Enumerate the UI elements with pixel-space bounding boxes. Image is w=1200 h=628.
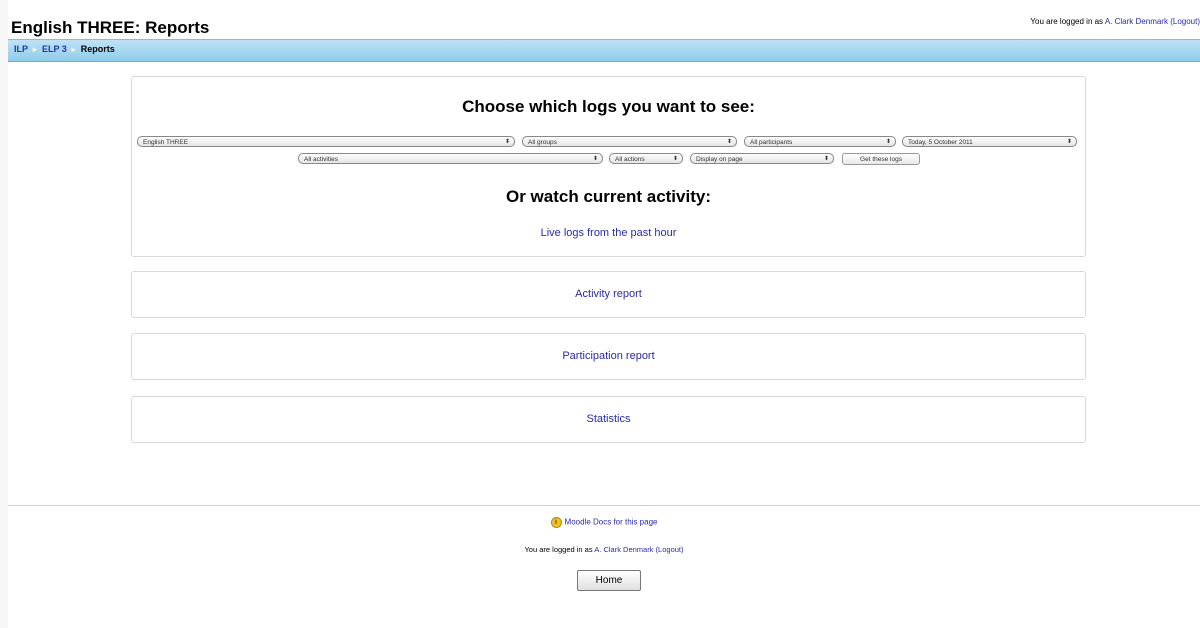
breadcrumb-separator-icon: ► xyxy=(31,45,39,54)
actions-select-value: All actions xyxy=(615,156,645,163)
select-arrow-icon: ⬍ xyxy=(726,139,732,145)
user-profile-link[interactable]: A. Clark Denmark xyxy=(1105,17,1168,26)
activities-select[interactable]: All activities ⬍ xyxy=(298,153,603,164)
breadcrumb-item-reports: Reports xyxy=(80,44,115,54)
moodle-docs-link[interactable]: Moodle Docs for this page xyxy=(565,518,658,527)
select-arrow-icon: ⬍ xyxy=(592,156,598,162)
footer-divider xyxy=(8,505,1200,506)
participants-select[interactable]: All participants ⬍ xyxy=(744,136,896,147)
display-select[interactable]: Display on page ⬍ xyxy=(690,153,834,164)
participants-select-value: All participants xyxy=(750,139,793,146)
navbar: ILP ► ELP 3 ► Reports xyxy=(8,39,1200,62)
info-icon: i xyxy=(550,517,562,528)
display-select-value: Display on page xyxy=(696,156,743,163)
logs-heading: Choose which logs you want to see: xyxy=(462,97,755,116)
groups-select-value: All groups xyxy=(528,139,557,146)
user-profile-link[interactable]: A. Clark Denmark xyxy=(594,545,653,554)
statistics-box: Statistics xyxy=(131,396,1086,443)
page-header: English THREE: Reports You are logged in… xyxy=(8,0,1200,40)
moodle-docs-line: i Moodle Docs for this page xyxy=(8,517,1200,528)
breadcrumb: ILP ► ELP 3 ► Reports xyxy=(14,44,115,54)
participation-report-box: Participation report xyxy=(131,333,1086,380)
groups-select[interactable]: All groups ⬍ xyxy=(522,136,737,147)
login-info-bottom: You are logged in as A. Clark Denmark (L… xyxy=(8,545,1200,554)
logs-chooser-box: Choose which logs you want to see: Engli… xyxy=(131,76,1086,257)
page-title: English THREE: Reports xyxy=(11,18,210,37)
date-select-value: Today, 5 October 2011 xyxy=(908,139,973,146)
watch-activity-heading: Or watch current activity: xyxy=(505,187,711,206)
select-arrow-icon: ⬍ xyxy=(1066,139,1072,145)
select-arrow-icon: ⬍ xyxy=(504,139,510,145)
course-select-value: English THREE xyxy=(143,139,189,146)
select-arrow-icon: ⬍ xyxy=(885,139,891,145)
statistics-link[interactable]: Statistics xyxy=(132,413,1085,425)
breadcrumb-separator-icon: ► xyxy=(69,45,78,54)
activity-report-box: Activity report xyxy=(131,271,1086,318)
select-arrow-icon: ⬍ xyxy=(823,156,829,162)
home-button[interactable]: Home xyxy=(577,570,641,591)
get-logs-button[interactable]: Get these logs xyxy=(842,153,920,165)
participation-report-link[interactable]: Participation report xyxy=(132,350,1085,362)
login-info-top: You are logged in as A. Clark Denmark (L… xyxy=(1030,17,1200,26)
live-logs-link[interactable]: Live logs from the past hour xyxy=(132,227,1085,239)
breadcrumb-item-elp3[interactable]: ELP 3 xyxy=(42,44,67,54)
activity-report-link[interactable]: Activity report xyxy=(132,288,1085,300)
logout-link[interactable]: (Logout) xyxy=(1170,17,1200,26)
course-select[interactable]: English THREE ⬍ xyxy=(137,136,515,147)
login-info-prefix: You are logged in as xyxy=(524,545,593,554)
date-select[interactable]: Today, 5 October 2011 ⬍ xyxy=(902,136,1077,147)
actions-select[interactable]: All actions ⬍ xyxy=(609,153,683,164)
login-info-prefix: You are logged in as xyxy=(1030,17,1104,26)
logout-link[interactable]: (Logout) xyxy=(656,545,684,554)
activities-select-value: All activities xyxy=(304,156,338,163)
page: English THREE: Reports You are logged in… xyxy=(8,0,1200,628)
select-arrow-icon: ⬍ xyxy=(672,156,678,162)
breadcrumb-item-ilp[interactable]: ILP xyxy=(14,44,28,54)
